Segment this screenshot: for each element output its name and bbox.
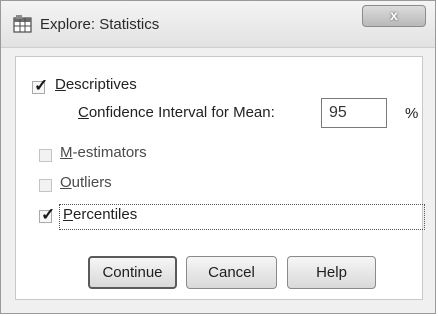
descriptives-label: Descriptives [55,76,137,93]
m-estimators-label: M-estimators [60,144,147,161]
outliers-label: Outliers [60,174,112,191]
cancel-button[interactable]: Cancel [186,256,277,289]
checkmark-icon: ✓ [34,76,49,95]
window-title: Explore: Statistics [40,16,160,33]
confidence-interval-label: Confidence Interval for Mean: [78,104,275,121]
app-table-icon [13,15,32,33]
continue-button[interactable]: Continue [88,256,177,289]
close-button[interactable]: x [362,5,426,27]
percentiles-label: Percentiles [63,206,138,223]
explore-statistics-dialog: Explore: Statistics x ✓ Descriptives Con… [0,0,436,314]
percentiles-checkbox[interactable]: ✓ [39,206,55,223]
title-bar: Explore: Statistics x [1,1,435,48]
outliers-checkbox[interactable] [39,179,52,192]
checkmark-icon: ✓ [41,205,56,224]
confidence-interval-input[interactable]: 95 [321,98,387,128]
help-button[interactable]: Help [287,256,376,289]
dialog-body: ✓ Descriptives Confidence Interval for M… [15,56,425,300]
m-estimators-checkbox[interactable] [39,149,52,162]
percent-unit: % [405,105,419,122]
descriptives-checkbox[interactable]: ✓ [32,77,48,94]
